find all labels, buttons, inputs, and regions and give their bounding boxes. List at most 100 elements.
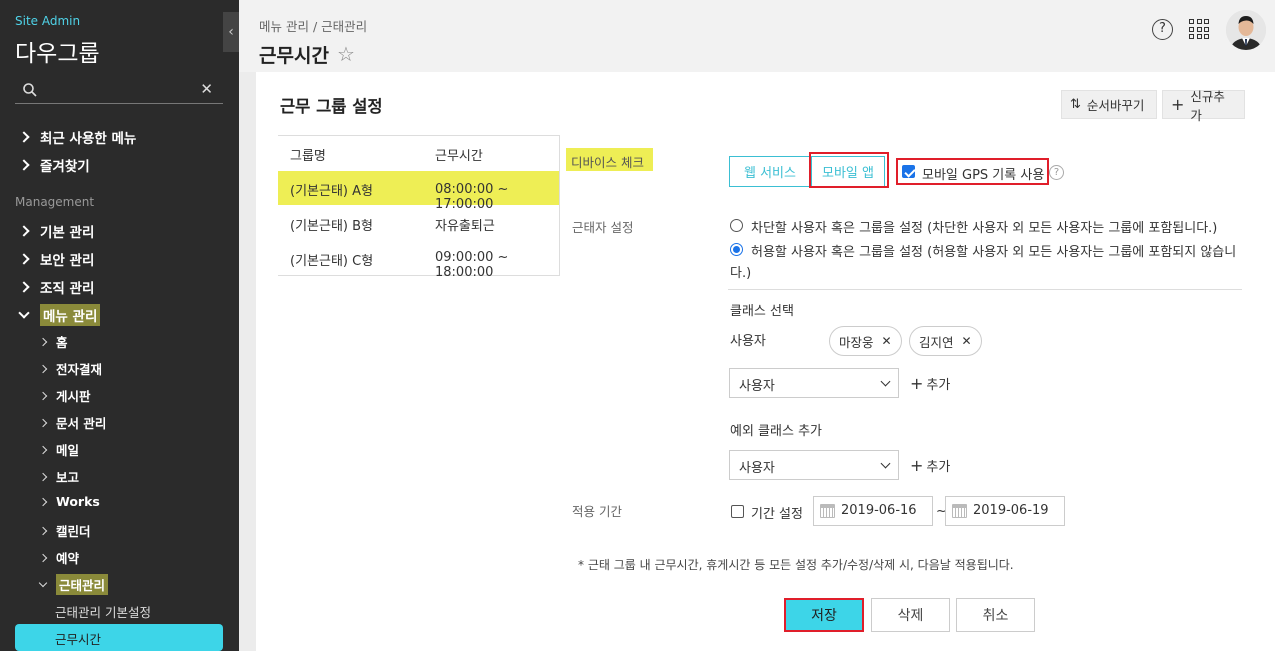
chevron-down-icon <box>880 376 891 387</box>
radio-allow[interactable] <box>730 243 743 256</box>
chevron-right-icon <box>38 418 48 427</box>
cancel-button[interactable]: 취소 <box>956 598 1035 632</box>
radio-allow-label-cont: 다.) <box>730 266 752 281</box>
breadcrumb: 메뉴 관리 / 근태관리 <box>259 19 368 34</box>
remove-chip-icon[interactable]: ✕ <box>962 334 972 348</box>
chevron-right-icon <box>38 337 48 346</box>
chevron-right-icon <box>18 225 30 237</box>
avatar[interactable] <box>1226 10 1266 50</box>
gps-label: 모바일 GPS 기록 사용 <box>922 168 1045 183</box>
table-row[interactable]: (기본근태) B형 자유출퇴근 <box>278 206 559 240</box>
column-header-work-time: 근무시간 <box>435 149 483 164</box>
add-exception-button[interactable]: + 추가 <box>910 456 950 475</box>
chevron-down-icon <box>880 458 891 469</box>
calendar-icon <box>952 504 967 518</box>
radio-block[interactable] <box>730 219 743 232</box>
avatar-image <box>1226 10 1266 50</box>
clear-search-icon[interactable]: ✕ <box>200 80 213 98</box>
start-date-input[interactable]: 2019-06-16 <box>813 496 933 526</box>
collapse-sidebar-button[interactable]: ‹ <box>223 12 239 52</box>
chevron-down-icon <box>38 578 48 588</box>
chevron-left-icon: ‹ <box>228 24 234 40</box>
apps-grid-icon[interactable] <box>1189 19 1209 39</box>
sidebar-leaf-work-hours[interactable]: 근무시간 <box>15 624 223 651</box>
gps-checkbox[interactable] <box>902 165 915 178</box>
user-label: 사용자 <box>730 334 766 349</box>
worker-setting-label: 근태자 설정 <box>572 220 634 235</box>
web-service-toggle[interactable]: 웹 서비스 <box>729 156 811 187</box>
exception-type-select[interactable]: 사용자 <box>729 450 899 480</box>
calendar-icon <box>820 504 835 518</box>
sidebar-favorites[interactable]: 즐겨찾기 <box>18 155 90 175</box>
sidebar-leaf-attendance-basic[interactable]: 근태관리 기본설정 <box>55 602 151 621</box>
search-icon <box>23 83 37 97</box>
header: 메뉴 관리 / 근태관리 근무시간 ☆ ? <box>239 0 1275 72</box>
class-select-label: 클래스 선택 <box>730 304 794 319</box>
section-label-management: Management <box>15 195 95 209</box>
device-check-label: 디바이스 체크 <box>566 148 653 171</box>
chevron-right-icon <box>38 553 48 562</box>
sidebar-sub-works[interactable]: Works <box>38 494 100 509</box>
chevron-right-icon <box>18 253 30 265</box>
add-new-button[interactable]: + 신규추가 <box>1162 89 1245 123</box>
radio-block-label: 차단할 사용자 혹은 그룹을 설정 (차단한 사용자 외 모든 사용자는 그룹에… <box>751 221 1218 236</box>
end-date-input[interactable]: 2019-06-19 <box>945 496 1065 526</box>
table-row[interactable]: (기본근태) A형 08:00:00 ~ 17:00:00 <box>278 171 559 212</box>
chevron-right-icon <box>18 159 30 171</box>
chevron-right-icon <box>38 445 48 454</box>
highlight-frame <box>809 152 889 188</box>
delete-button[interactable]: 삭제 <box>871 598 950 632</box>
panel-title: 근무 그룹 설정 <box>280 97 383 116</box>
sidebar: ‹ Site Admin 다우그룹 ✕ 최근 사용한 메뉴 즐겨찾기 Manag… <box>0 0 239 651</box>
period-checkbox[interactable] <box>731 505 744 518</box>
sidebar-sub-reservation[interactable]: 예약 <box>38 548 79 567</box>
chevron-right-icon <box>38 497 48 506</box>
sidebar-item-menu[interactable]: 메뉴 관리 <box>18 304 101 326</box>
add-class-button[interactable]: + 추가 <box>910 374 950 393</box>
exception-class-label: 예외 클래스 추가 <box>730 424 822 439</box>
sidebar-sub-home[interactable]: 홈 <box>38 332 68 351</box>
star-icon[interactable]: ☆ <box>337 42 355 66</box>
user-chip: 김지연 ✕ <box>909 326 982 356</box>
group-name: (기본근태) C형 <box>290 254 374 269</box>
sidebar-recent-menu[interactable]: 최근 사용한 메뉴 <box>18 127 136 147</box>
chevron-right-icon <box>18 281 30 293</box>
period-checkbox-label: 기간 설정 <box>751 507 803 522</box>
class-type-select[interactable]: 사용자 <box>729 368 899 398</box>
remove-chip-icon[interactable]: ✕ <box>882 334 892 348</box>
sidebar-item-security[interactable]: 보안 관리 <box>18 249 94 269</box>
chevron-right-icon <box>38 364 48 373</box>
group-name: (기본근태) A형 <box>290 184 373 199</box>
page-title: 근무시간 <box>259 45 329 67</box>
table-row[interactable]: (기본근태) C형 09:00:00 ~ 18:00:00 <box>278 241 559 280</box>
sort-arrows-icon: ⇅ <box>1070 97 1081 112</box>
help-icon[interactable]: ? <box>1152 19 1173 40</box>
sidebar-sub-board[interactable]: 게시판 <box>38 386 91 405</box>
period-label: 적용 기간 <box>572 504 622 519</box>
divider <box>728 289 1242 290</box>
chevron-right-icon <box>38 526 48 535</box>
reorder-button[interactable]: ⇅ 순서바꾸기 <box>1061 90 1157 119</box>
sidebar-sub-report[interactable]: 보고 <box>38 467 79 486</box>
plus-icon: + <box>910 456 924 475</box>
group-time: 09:00:00 ~ 18:00:00 <box>435 250 509 280</box>
help-icon[interactable]: ? <box>1049 165 1064 180</box>
sidebar-sub-docs[interactable]: 문서 관리 <box>38 413 106 432</box>
sidebar-item-basic[interactable]: 기본 관리 <box>18 221 94 241</box>
sidebar-sub-attendance[interactable]: 근태관리 <box>38 574 109 595</box>
sidebar-sub-mail[interactable]: 메일 <box>38 440 79 459</box>
chevron-right-icon <box>38 391 48 400</box>
chevron-right-icon <box>38 472 48 481</box>
chevron-right-icon <box>18 131 30 143</box>
sidebar-sub-calendar[interactable]: 캘린더 <box>38 521 91 540</box>
site-admin-label: Site Admin <box>15 14 81 28</box>
column-header-group-name: 그룹명 <box>290 149 326 164</box>
user-chip: 마장웅 ✕ <box>829 326 902 356</box>
sidebar-search[interactable]: ✕ <box>15 78 223 104</box>
sidebar-sub-approval[interactable]: 전자결재 <box>38 359 102 378</box>
sidebar-item-org[interactable]: 조직 관리 <box>18 277 94 297</box>
save-button[interactable]: 저장 <box>784 598 864 632</box>
group-table: 그룹명 근무시간 (기본근태) A형 08:00:00 ~ 17:00:00 (… <box>278 135 560 280</box>
group-name: (기본근태) B형 <box>290 219 373 234</box>
radio-allow-label: 허용할 사용자 혹은 그룹을 설정 (허용할 사용자 외 모든 사용자는 그룹에… <box>751 245 1237 260</box>
